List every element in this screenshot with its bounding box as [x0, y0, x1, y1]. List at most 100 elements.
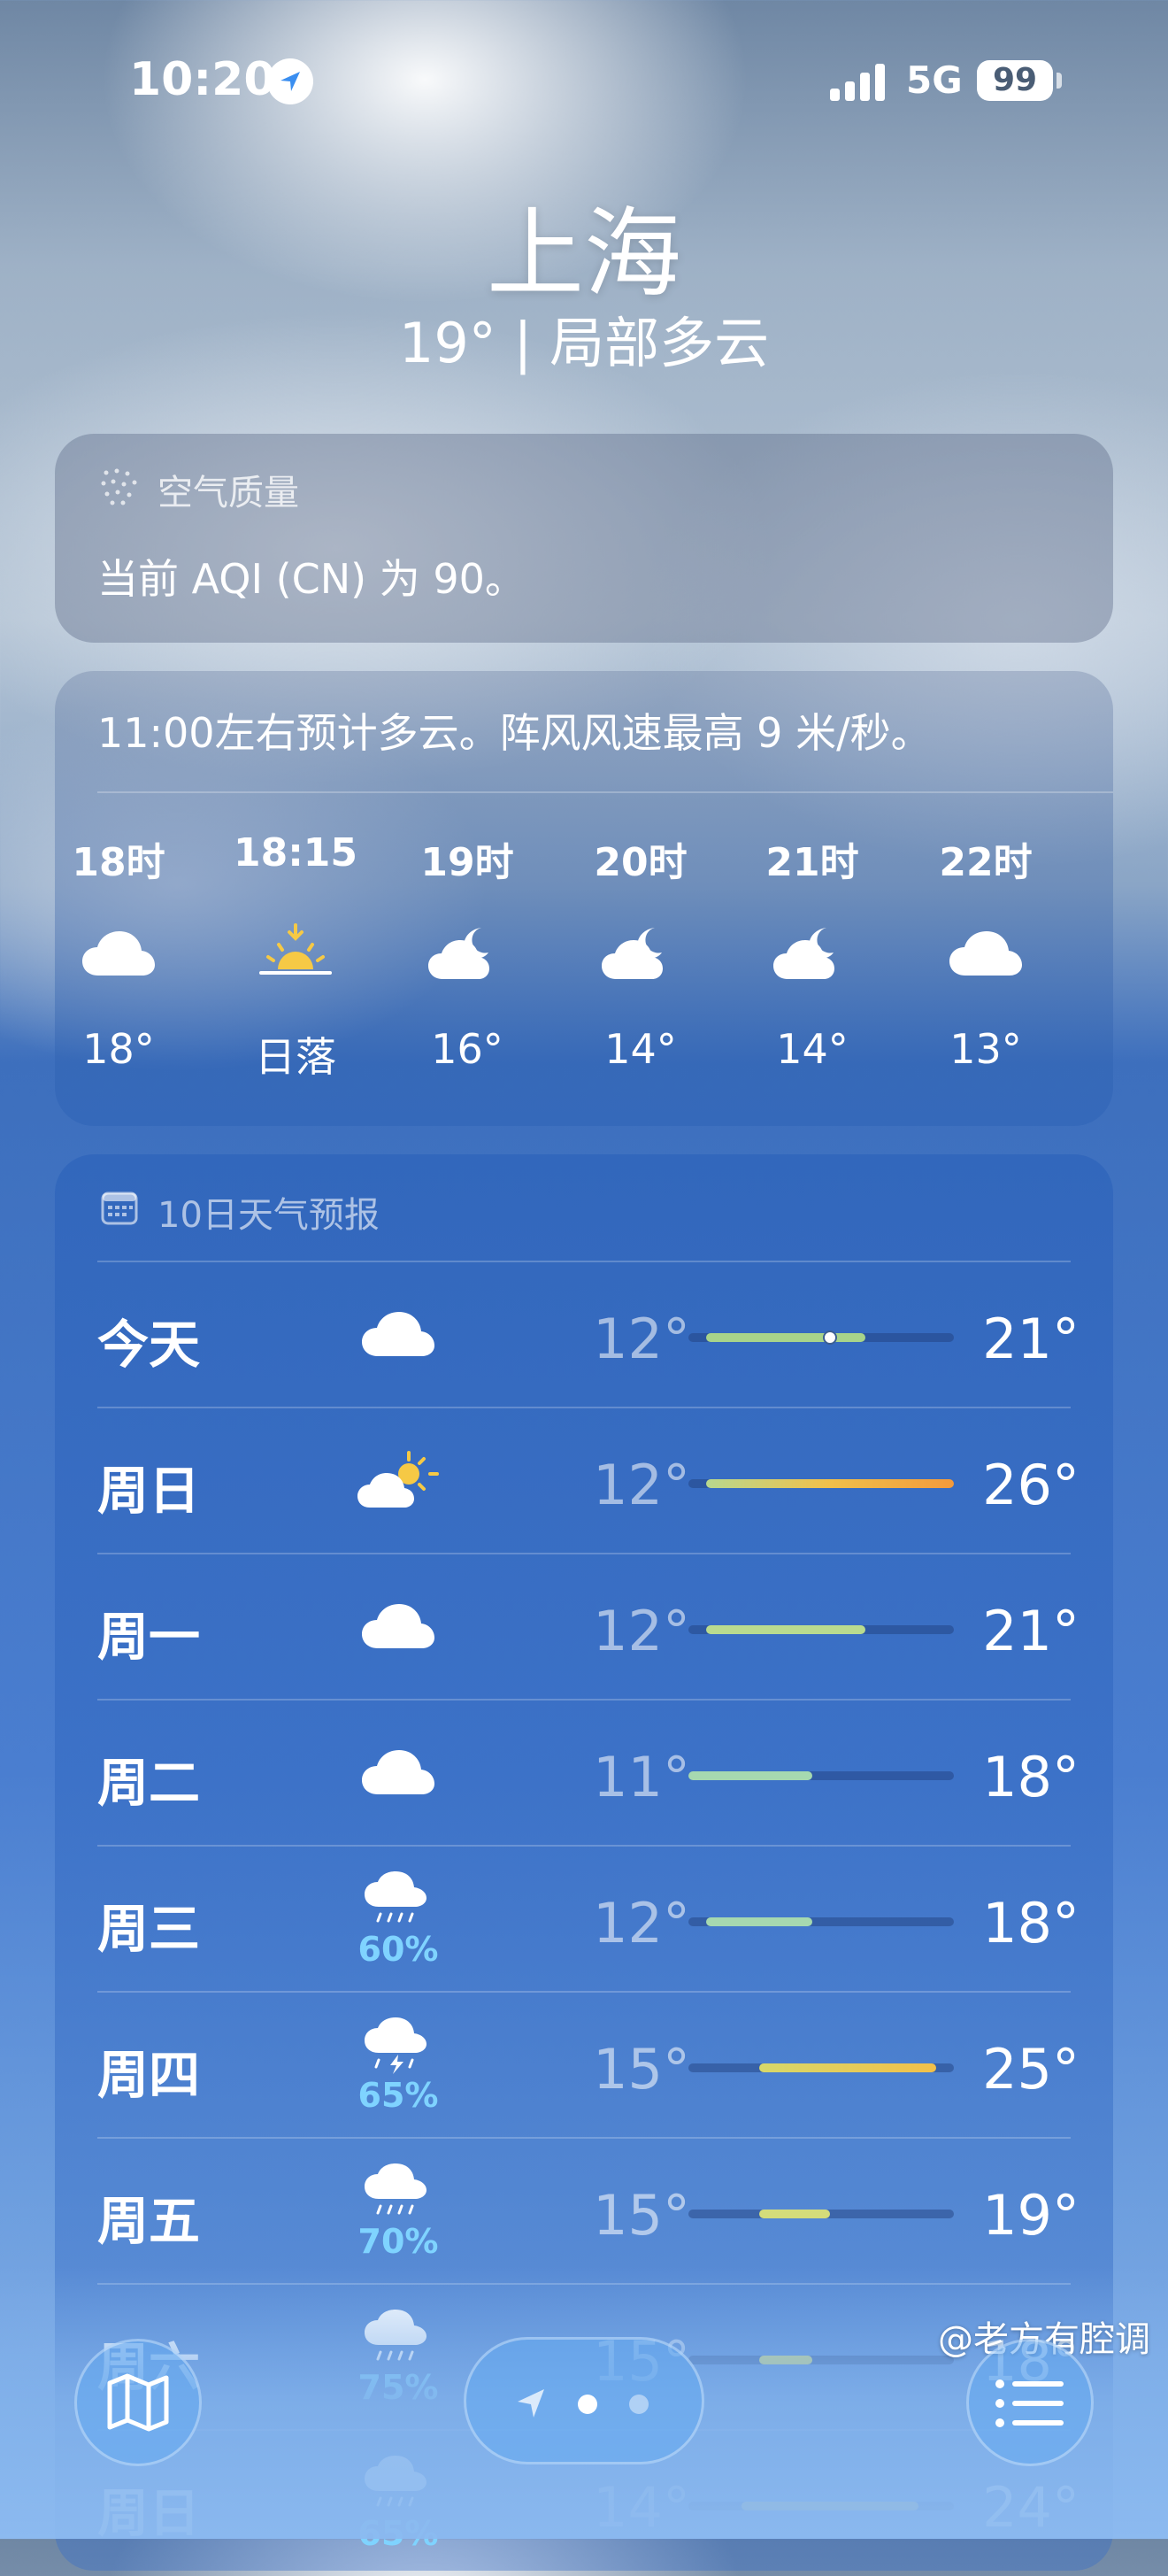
current-condition: 19° | 局部多云: [398, 311, 770, 375]
map-button[interactable]: [74, 2339, 202, 2466]
battery-indicator: 99: [977, 60, 1053, 101]
rain-icon: 70%: [336, 2139, 460, 2284]
temp-range-fill: [759, 2210, 830, 2218]
list-icon: [995, 2379, 1064, 2427]
temp-range-bar: [688, 1330, 954, 1345]
cloud-icon: [336, 1701, 460, 1846]
battery-cap: [1057, 73, 1062, 89]
list-button[interactable]: [966, 2339, 1094, 2466]
hour-temp: 日落: [255, 1033, 336, 1081]
day-name: 今天: [97, 1315, 201, 1375]
air-quality-card[interactable]: 空气质量 当前 AQI (CN) 为 90。: [55, 434, 1113, 643]
forecast-day-row[interactable]: 今天 12° 21°: [97, 1261, 1080, 1408]
air-quality-title: 空气质量: [158, 473, 299, 513]
temp-range-fill: [759, 2063, 936, 2072]
high-temp: 18°: [982, 1891, 1080, 1955]
day-name: 周二: [97, 1753, 201, 1813]
temp-range-bar: [688, 1771, 954, 1780]
location-header: 上海 19° | 局部多云: [0, 197, 1168, 379]
hour-temp: 16°: [431, 1025, 503, 1073]
hour-time: 18:15: [233, 830, 358, 875]
temp-range-bar: [688, 1479, 954, 1488]
forecast-day-row[interactable]: 周日 12° 26°: [97, 1407, 1080, 1554]
hour-time: 19时: [420, 840, 514, 885]
forecast-day-row[interactable]: 周三 60% 12° 18°: [97, 1845, 1080, 1992]
high-temp: 21°: [982, 1307, 1080, 1371]
low-temp: 12°: [593, 1307, 690, 1371]
page-dot: [629, 2395, 649, 2414]
low-temp: 12°: [593, 1453, 690, 1517]
precipitation-chance: 65%: [357, 2076, 439, 2115]
hour-column: 20时 14°: [554, 830, 727, 1073]
high-temp: 19°: [982, 2183, 1080, 2248]
hour-time: 22时: [939, 840, 1033, 885]
low-temp: 12°: [593, 1891, 690, 1955]
air-quality-icon: [101, 468, 137, 505]
low-temp: 11°: [593, 1745, 690, 1809]
hour-column: 19时 16°: [380, 830, 554, 1073]
status-bar: 10:20 5G 99: [0, 53, 1168, 115]
forecast-day-row[interactable]: 周二 11° 18°: [97, 1699, 1080, 1846]
ten-day-title: 10日天气预报: [158, 1195, 380, 1236]
temp-range-fill: [706, 1333, 865, 1342]
hour-column: 18:15 日落: [209, 830, 382, 1084]
temp-range-bar: [688, 1917, 954, 1926]
air-quality-text: 当前 AQI (CN) 为 90。: [97, 555, 526, 603]
cloud-moon-icon: [554, 883, 727, 1025]
temp-range-fill: [706, 1917, 812, 1926]
high-temp: 21°: [982, 1599, 1080, 1663]
low-temp: 12°: [593, 1599, 690, 1663]
hour-temp: 13°: [949, 1025, 1022, 1073]
sunset-icon: [209, 883, 382, 1025]
day-name: 周三: [97, 1899, 201, 1959]
hour-temp: 14°: [604, 1025, 677, 1073]
day-name: 周五: [97, 2191, 201, 2251]
hourly-forecast-card[interactable]: 11:00左右预计多云。阵风风速最高 9 米/秒。 18时 18° 18:15 日落 1…: [55, 671, 1113, 1126]
temp-range-fill: [706, 1479, 954, 1488]
cloud-moon-icon: [726, 883, 899, 1025]
hourly-summary: 11:00左右预计多云。阵风风速最高 9 米/秒。: [97, 709, 932, 757]
page-dot-active: [578, 2395, 597, 2414]
high-temp: 25°: [982, 2037, 1080, 2102]
temp-range-bar: [688, 2210, 954, 2218]
hour-column: 18时 18°: [32, 830, 205, 1073]
cloud-icon: [899, 883, 1072, 1025]
high-temp: 18°: [982, 1745, 1080, 1809]
forecast-day-row[interactable]: 周一 12° 21°: [97, 1553, 1080, 1700]
hour-column: 21时 14°: [726, 830, 899, 1073]
high-temp: 26°: [982, 1453, 1080, 1517]
temp-range-bar: [688, 1625, 954, 1634]
hour-temp: 18°: [82, 1025, 155, 1073]
city-name: 上海: [487, 197, 681, 311]
cloud-icon: [336, 1262, 460, 1408]
sun-cloud-icon: [336, 1408, 460, 1554]
temp-range-bar: [688, 2063, 954, 2072]
calendar-icon: [101, 1192, 138, 1225]
network-type: 5G: [906, 58, 963, 102]
current-temp-dot: [823, 1330, 837, 1345]
precipitation-chance: 60%: [357, 1930, 439, 1969]
rain-icon: 60%: [336, 1847, 460, 1992]
signal-icon: [830, 62, 887, 101]
cloud-icon: [32, 883, 205, 1025]
forecast-day-row[interactable]: 周四 65% 15° 25°: [97, 1991, 1080, 2138]
temp-range-fill: [706, 1625, 865, 1634]
status-time: 10:20: [129, 53, 276, 106]
page-indicator[interactable]: [464, 2337, 704, 2464]
precipitation-chance: 70%: [357, 2222, 439, 2261]
temp-range-fill: [688, 1771, 812, 1780]
low-temp: 15°: [593, 2037, 690, 2102]
day-name: 周日: [97, 1461, 201, 1521]
hour-time: 18时: [72, 840, 165, 885]
location-arrow-icon: [518, 2389, 544, 2418]
cloud-moon-icon: [380, 883, 554, 1025]
location-services-icon: [267, 58, 313, 104]
map-icon: [107, 2373, 169, 2432]
low-temp: 15°: [593, 2183, 690, 2248]
hour-column: 22时 13°: [899, 830, 1072, 1073]
cloud-icon: [336, 1554, 460, 1700]
day-name: 周四: [97, 2045, 201, 2105]
forecast-day-row[interactable]: 周五 70% 15° 19°: [97, 2137, 1080, 2284]
hour-temp: 14°: [776, 1025, 849, 1073]
hour-time: 21时: [765, 840, 859, 885]
